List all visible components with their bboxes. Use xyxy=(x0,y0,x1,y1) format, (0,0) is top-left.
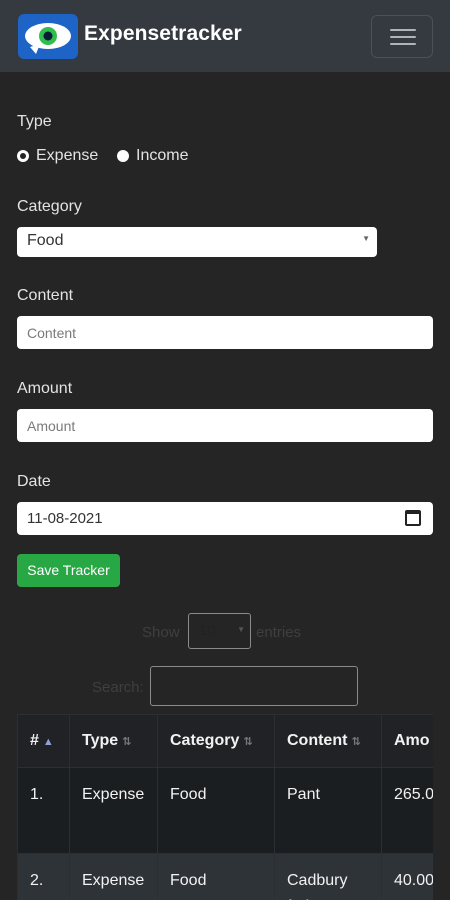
save-tracker-button[interactable]: Save Tracker xyxy=(17,554,120,587)
sort-icon: ⇅ xyxy=(243,736,253,748)
chevron-down-icon: ▼ xyxy=(237,625,245,634)
cell-amount: 40.00 xyxy=(381,853,433,900)
cell-number: 1. xyxy=(17,767,70,854)
sort-icon: ⇅ xyxy=(351,736,361,748)
sort-asc-icon: ▲ xyxy=(42,736,54,748)
category-select[interactable]: Food ▼ xyxy=(17,227,377,257)
cell-number: 2. xyxy=(17,853,70,900)
column-header-amount[interactable]: Amo xyxy=(381,714,433,768)
chevron-down-icon: ▼ xyxy=(362,234,370,243)
table-row[interactable]: 2. Expense Food Cadbury fruit & nut 40.0… xyxy=(17,853,433,900)
cell-content: Cadbury fruit & nut xyxy=(274,853,382,900)
column-header-type[interactable]: Type ⇅ xyxy=(69,714,158,768)
column-header-category[interactable]: Category ⇅ xyxy=(157,714,275,768)
entries-label: entries xyxy=(256,624,302,641)
radio-unchecked-icon[interactable] xyxy=(117,150,129,162)
content-input[interactable] xyxy=(17,316,433,349)
column-header-content[interactable]: Content ⇅ xyxy=(274,714,382,768)
date-label: Date xyxy=(17,473,51,490)
eye-logo-icon[interactable] xyxy=(18,14,78,59)
table-row[interactable]: 1. Expense Food Pant 265.0 xyxy=(17,767,433,854)
cell-category: Food xyxy=(157,853,275,900)
cell-type: Expense xyxy=(69,767,158,854)
radio-expense[interactable]: Expense xyxy=(17,147,98,165)
show-label: Show xyxy=(142,624,180,641)
sort-icon: ⇅ xyxy=(122,736,132,748)
radio-checked-icon[interactable] xyxy=(17,150,29,162)
category-selected-value: Food xyxy=(27,232,64,249)
search-label: Search: xyxy=(92,679,144,696)
hamburger-menu-icon[interactable] xyxy=(371,15,433,58)
search-input[interactable] xyxy=(150,666,358,706)
type-label: Type xyxy=(17,113,52,130)
radio-income[interactable]: Income xyxy=(117,147,188,165)
category-label: Category xyxy=(17,198,82,215)
radio-expense-label: Expense xyxy=(36,147,99,164)
entries-value: 10 xyxy=(199,622,216,639)
entries-select[interactable]: 10 ▼ xyxy=(188,613,251,649)
tracker-table: # ▲ Type ⇅ Category ⇅ Content ⇅ Amo 1. Expen… xyxy=(17,714,433,900)
amount-input[interactable] xyxy=(17,409,433,442)
amount-label: Amount xyxy=(17,380,73,397)
cell-category: Food xyxy=(157,767,275,854)
brand-title[interactable]: Expensetracker xyxy=(84,22,242,46)
date-input[interactable]: 11-08-2021 xyxy=(17,502,433,535)
navbar: Expensetracker xyxy=(0,0,450,72)
radio-income-label: Income xyxy=(136,147,189,164)
column-header-number[interactable]: # ▲ xyxy=(17,714,70,768)
calendar-icon[interactable] xyxy=(405,510,421,526)
cell-type: Expense xyxy=(69,853,158,900)
content-label: Content xyxy=(17,287,74,304)
cell-amount: 265.0 xyxy=(381,767,433,854)
cell-content: Pant xyxy=(274,767,382,854)
date-value: 11-08-2021 xyxy=(27,510,103,527)
table-header-row: # ▲ Type ⇅ Category ⇅ Content ⇅ Amo xyxy=(17,714,433,768)
